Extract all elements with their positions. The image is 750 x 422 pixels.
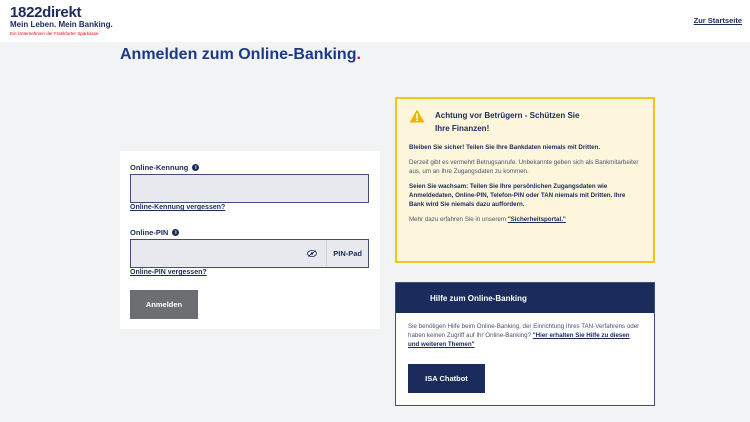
startseite-link[interactable]: Zur Startseite [694, 16, 742, 25]
warning-icon [409, 109, 425, 128]
warning-paragraph-4-text: Mehr dazu erfahren Sie in unserem [409, 216, 508, 223]
warning-title: Achtung vor Betrügern - Schützen Sie Ihr… [433, 109, 579, 135]
kennung-label-text: Online-Kennung [130, 163, 189, 172]
pin-label: Online-PIN i [130, 228, 180, 237]
warning-header: Achtung vor Betrügern - Schützen Sie Ihr… [409, 109, 641, 135]
kennung-forgot-link[interactable]: Online-Kennung vergessen? [130, 204, 225, 211]
pin-forgot-link[interactable]: Online-PIN vergessen? [130, 269, 207, 276]
login-card: Online-Kennung i Online-Kennung vergesse… [120, 151, 380, 329]
pin-input[interactable]: PIN-Pad [130, 239, 369, 268]
fraud-warning-card: Achtung vor Betrügern - Schützen Sie Ihr… [395, 97, 655, 263]
warning-paragraph-3: Seien Sie wachsam: Teilen Sie Ihre persö… [409, 183, 626, 208]
logo-wordmark: 1822direkt [10, 4, 82, 21]
page-title-dot: . [356, 46, 361, 63]
info-icon[interactable]: i [192, 164, 200, 171]
logo[interactable]: 1822direkt Mein Leben. Mein Banking. Ein… [10, 5, 113, 37]
kennung-input[interactable] [130, 174, 369, 203]
help-title: Hilfe zum Online-Banking [396, 283, 654, 313]
warning-title-line1: Achtung vor Betrügern - Schützen Sie [435, 111, 580, 120]
page-title-text: Anmelden zum Online-Banking [120, 46, 357, 63]
warning-title-line2: Ihre Finanzen! [435, 124, 490, 133]
pinpad-button[interactable]: PIN-Pad [327, 249, 368, 258]
warning-paragraph-2: Derzeit gibt es vermehrt Betrugsanrufe. … [409, 159, 639, 175]
logo-slogan: Mein Leben. Mein Banking. [10, 20, 113, 29]
pin-label-text: Online-PIN [130, 228, 169, 237]
eye-icon[interactable] [297, 240, 328, 267]
page-title: Anmelden zum Online-Banking. [120, 46, 361, 64]
chatbot-button[interactable]: ISA Chatbot [408, 364, 485, 393]
pin-tools: PIN-Pad [297, 240, 368, 267]
login-button[interactable]: Anmelden [130, 290, 198, 319]
info-icon[interactable]: i [172, 229, 180, 236]
warning-paragraph-4: Mehr dazu erfahren Sie in unserem "Siche… [409, 215, 641, 224]
help-card: Hilfe zum Online-Banking Sie benötigen H… [395, 282, 655, 406]
warning-paragraph-1: Bleiben Sie sicher! Teilen Sie Ihre Bank… [409, 144, 601, 151]
logo-tagline: Ein Unternehmen der Frankfurter Sparkass… [10, 31, 99, 36]
kennung-label: Online-Kennung i [130, 163, 200, 172]
help-text: Sie benötigen Hilfe beim Online-Banking,… [396, 313, 654, 349]
security-portal-link[interactable]: "Sicherheitsportal." [508, 216, 566, 223]
site-header: 1822direkt Mein Leben. Mein Banking. Ein… [0, 0, 750, 42]
